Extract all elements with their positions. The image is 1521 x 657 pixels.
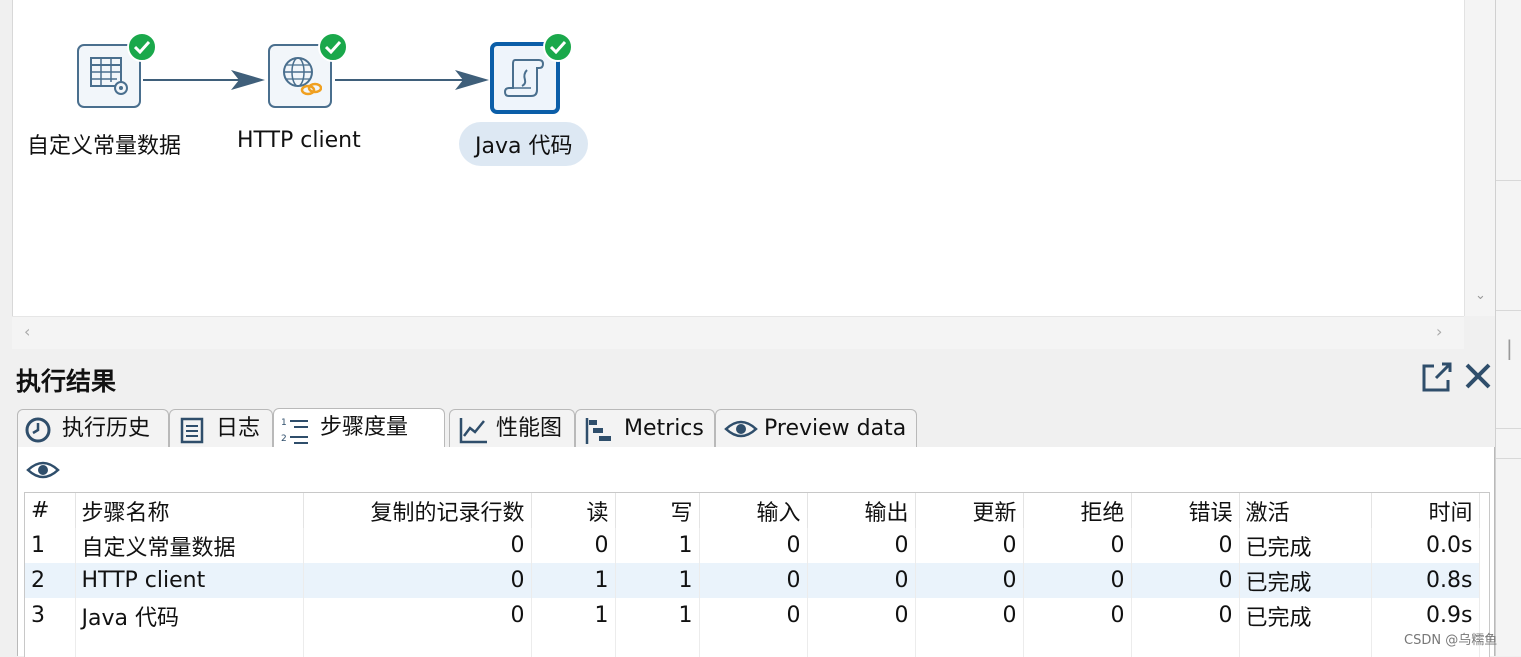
- canvas-vertical-scrollbar[interactable]: ⌄: [1464, 0, 1496, 316]
- column-header[interactable]: 激活: [1239, 493, 1372, 528]
- tab-label: 性能图: [496, 416, 563, 441]
- column-header[interactable]: 步骤名称: [75, 493, 304, 528]
- tab-label: 日志: [216, 416, 261, 441]
- table-cell: 0: [915, 528, 1024, 563]
- table-cell: 0: [1131, 528, 1240, 563]
- tab-metrics[interactable]: Metrics: [575, 409, 715, 447]
- column-header[interactable]: 写: [615, 493, 700, 528]
- tab-execution-history[interactable]: 执行历史: [17, 409, 169, 447]
- table-cell: 0: [1023, 598, 1132, 633]
- check-icon: [318, 32, 348, 62]
- table-cell: 0: [1131, 598, 1240, 633]
- table-cell: 0: [807, 598, 916, 633]
- chevron-down-icon[interactable]: ⌄: [1475, 288, 1486, 303]
- panel-title: 执行结果: [16, 367, 117, 396]
- table-cell: 0: [699, 528, 808, 563]
- maximize-icon[interactable]: [1420, 360, 1454, 394]
- table-cell: 0: [1131, 563, 1240, 598]
- table-row[interactable]: 2 HTTP client 0 1 1 0 0 0 0 0 已完成 0.8s: [25, 563, 1480, 598]
- table-cell: 0.0s: [1371, 528, 1480, 563]
- table-cell: 1: [615, 598, 700, 633]
- table-cell: HTTP client: [75, 563, 304, 598]
- table-cell: Java 代码: [75, 598, 304, 633]
- table-cell: 已完成: [1239, 598, 1372, 633]
- step-label: 自定义常量数据: [27, 134, 182, 159]
- column-header[interactable]: 读: [531, 493, 616, 528]
- table-cell: 1: [531, 598, 616, 633]
- numbered-list-icon: 1 2: [281, 418, 308, 444]
- table-cell: 2: [25, 563, 76, 598]
- column-header[interactable]: 输入: [699, 493, 808, 528]
- table-row[interactable]: 3 Java 代码 0 1 1 0 0 0 0 0 已完成 0.9s: [25, 598, 1480, 633]
- table-cell: 0: [1023, 563, 1132, 598]
- transformation-canvas[interactable]: 自定义常量数据 HTTP client Java 代码: [12, 0, 1465, 316]
- gantt-icon: [585, 418, 611, 444]
- tab-log[interactable]: 日志: [169, 409, 273, 447]
- column-header[interactable]: 时间: [1371, 493, 1480, 528]
- right-side-panel-edge: |: [1495, 0, 1521, 656]
- check-icon: [543, 32, 573, 62]
- table-cell: 0: [303, 598, 532, 633]
- table-cell: 自定义常量数据: [75, 528, 304, 563]
- table-cell: 0: [699, 563, 808, 598]
- table-row-empty: [25, 633, 1480, 657]
- chevron-left-icon[interactable]: ‹: [24, 322, 30, 341]
- table-cell: 1: [531, 563, 616, 598]
- tab-preview-data[interactable]: Preview data: [715, 409, 917, 447]
- table-cell: 已完成: [1239, 528, 1372, 563]
- svg-text:2: 2: [281, 434, 287, 444]
- clock-icon: [25, 417, 51, 443]
- watermark: CSDN @乌糯鱼: [1404, 633, 1498, 648]
- canvas-horizontal-scrollbar[interactable]: ‹ ›: [12, 316, 1464, 349]
- table-cell: 3: [25, 598, 76, 633]
- table-cell: 0.9s: [1371, 598, 1480, 633]
- step-metrics-table[interactable]: # 步骤名称 复制的记录行数 读 写 输入 输出 更新 拒绝 错误 激活 时间 …: [24, 492, 1490, 657]
- result-tabs: 执行历史 日志 1 2 步骤度量 性能图 Metrics Preview dat…: [17, 407, 1493, 448]
- table-cell: 1: [615, 528, 700, 563]
- log-doc-icon: [180, 417, 204, 444]
- hop-arrow-1[interactable]: [143, 68, 269, 92]
- column-header[interactable]: 输出: [807, 493, 916, 528]
- tab-step-metrics[interactable]: 1 2 步骤度量: [273, 408, 445, 448]
- table-cell: 1: [615, 563, 700, 598]
- table-header-row: # 步骤名称 复制的记录行数 读 写 输入 输出 更新 拒绝 错误 激活 时间: [25, 493, 1480, 528]
- panel-edge-glyph: |: [1506, 336, 1513, 360]
- table-cell: 已完成: [1239, 563, 1372, 598]
- line-chart-icon: [459, 418, 487, 444]
- table-cell: 0: [807, 563, 916, 598]
- table-cell: 0: [915, 598, 1024, 633]
- chevron-right-icon[interactable]: ›: [1436, 322, 1442, 341]
- column-header[interactable]: 拒绝: [1023, 493, 1132, 528]
- hop-arrow-2[interactable]: [335, 68, 495, 92]
- check-icon: [127, 32, 157, 62]
- step-label: Java 代码: [459, 122, 589, 166]
- table-cell: 0: [303, 563, 532, 598]
- table-cell: 0: [303, 528, 532, 563]
- table-cell: 0: [1023, 528, 1132, 563]
- svg-text:1: 1: [281, 418, 287, 428]
- table-cell: 0: [699, 598, 808, 633]
- eye-icon: [724, 420, 758, 438]
- eye-icon[interactable]: [26, 459, 60, 481]
- column-header[interactable]: #: [25, 493, 76, 528]
- table-cell: 0: [807, 528, 916, 563]
- tab-label: 步骤度量: [320, 415, 409, 440]
- column-header[interactable]: 更新: [915, 493, 1024, 528]
- step-metrics-content: # 步骤名称 复制的记录行数 读 写 输入 输出 更新 拒绝 错误 激活 时间 …: [17, 447, 1495, 657]
- tab-label: Metrics: [624, 416, 704, 441]
- table-cell: 0: [531, 528, 616, 563]
- table-cell: 0: [915, 563, 1024, 598]
- close-icon[interactable]: [1462, 360, 1494, 392]
- step-label: HTTP client: [237, 128, 361, 153]
- tab-label: 执行历史: [62, 416, 151, 441]
- tab-performance-graph[interactable]: 性能图: [449, 409, 575, 447]
- table-cell: 1: [25, 528, 76, 563]
- table-cell: 0.8s: [1371, 563, 1480, 598]
- table-row[interactable]: 1 自定义常量数据 0 0 1 0 0 0 0 0 已完成 0.0s: [25, 528, 1480, 563]
- tab-label: Preview data: [764, 416, 907, 441]
- column-header[interactable]: 错误: [1131, 493, 1240, 528]
- column-header[interactable]: 复制的记录行数: [303, 493, 532, 528]
